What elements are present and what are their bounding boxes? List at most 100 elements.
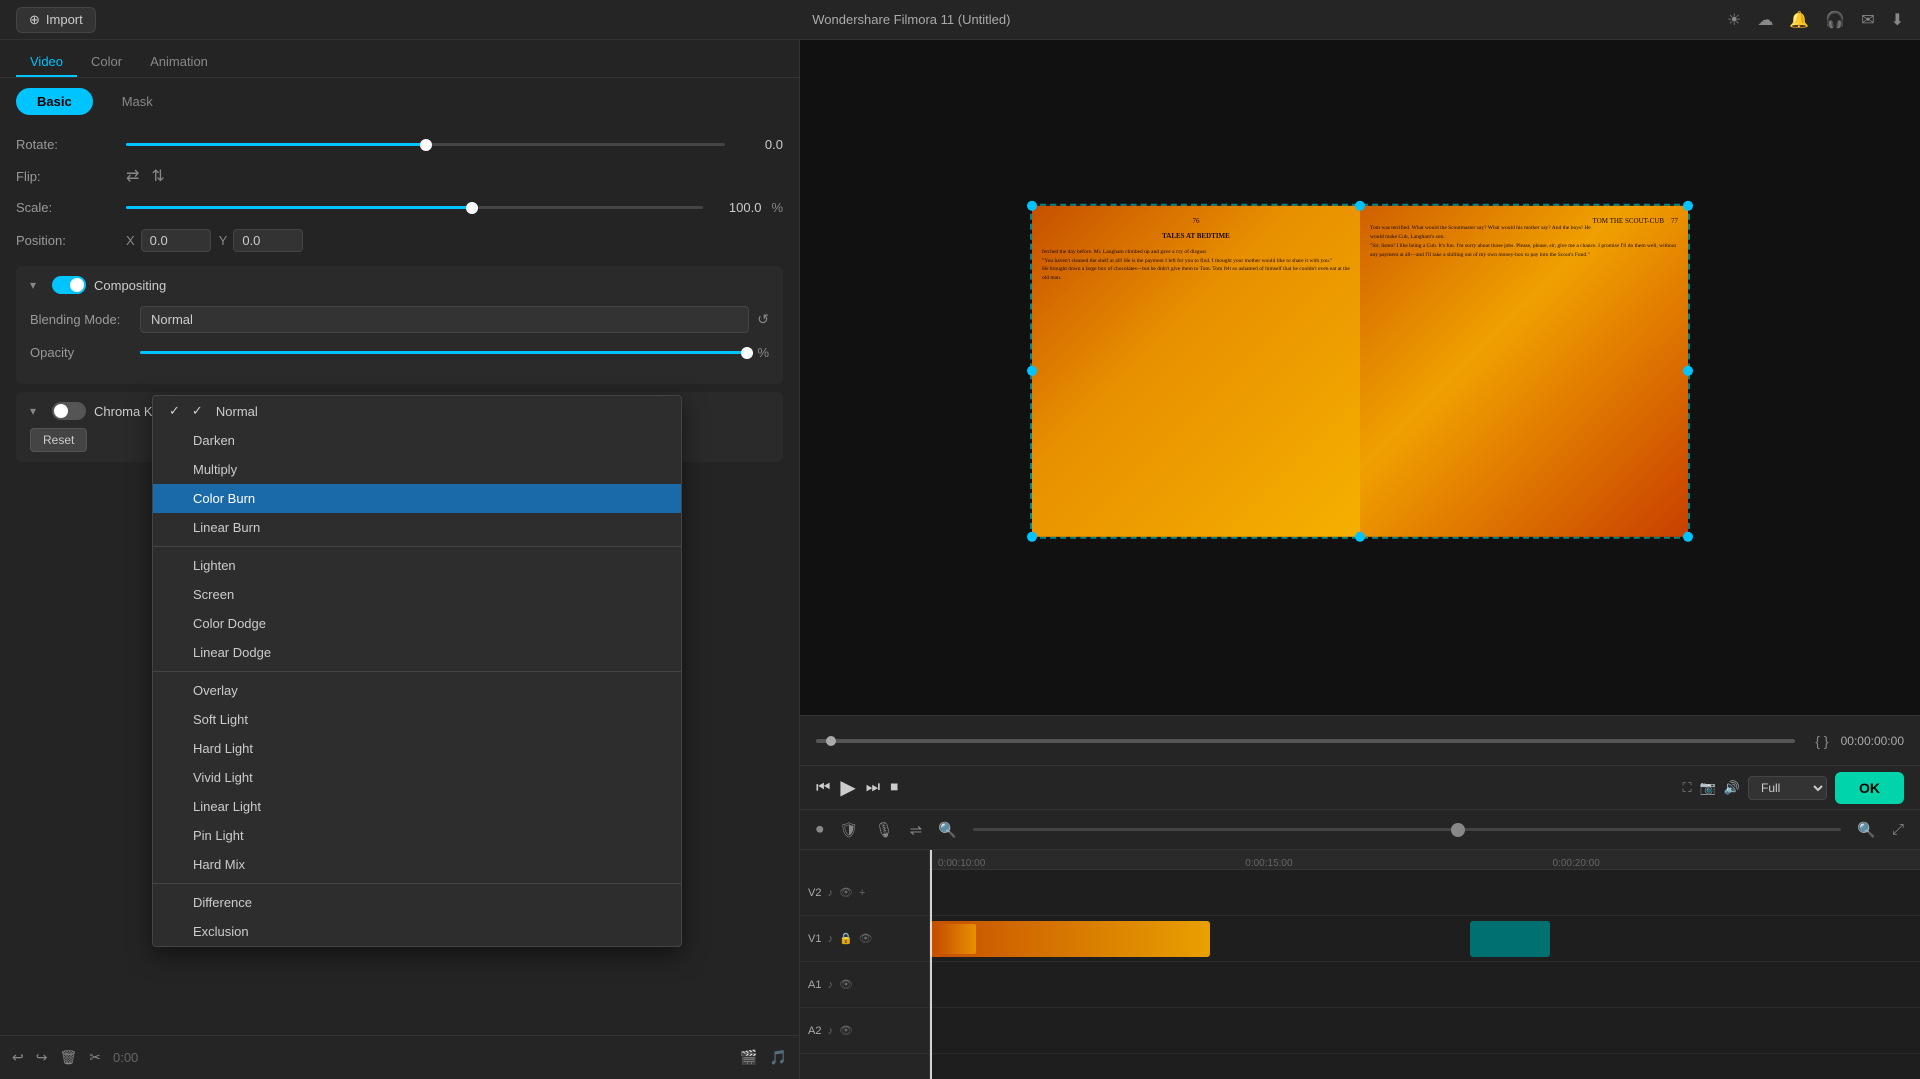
zoom-slider[interactable] [973,828,1841,831]
scale-slider-track[interactable] [126,206,703,209]
chroma-reset-button[interactable]: Reset [30,428,87,452]
top-right-handle[interactable] [1683,200,1693,210]
transition-icon[interactable]: ⇌ [910,821,923,839]
prev-frame-button[interactable]: ⏮ [816,779,830,797]
timeline-scrubber[interactable] [816,739,1795,743]
bottom-center-handle[interactable] [1355,531,1365,541]
reset-icon[interactable]: ↺ [757,311,769,328]
chroma-collapse-icon[interactable]: ▾ [30,404,44,418]
compositing-toggle[interactable] [52,276,86,294]
tab-color[interactable]: Color [77,48,136,77]
play-pause-button[interactable]: ▶ [840,775,855,800]
add-media-icon[interactable]: 🎬 [740,1049,757,1066]
ok-button[interactable]: OK [1835,772,1904,804]
download-icon[interactable]: ⬇ [1891,10,1904,30]
dropdown-item-lighten[interactable]: Lighten [153,551,681,580]
mic-icon[interactable]: 🎙 [875,821,894,839]
compositing-collapse-icon[interactable]: ▾ [30,278,44,292]
track-a1-eye[interactable]: 👁 [839,978,853,991]
in-bracket[interactable]: { [1815,733,1820,749]
bottom-left-handle[interactable] [1027,531,1037,541]
tab-animation[interactable]: Animation [136,48,222,77]
clip-book[interactable] [930,921,1210,957]
blending-select[interactable]: Normal [140,306,749,333]
cloud-icon[interactable]: ☁ [1757,10,1773,30]
mid-left-handle[interactable] [1027,366,1037,376]
chroma-toggle[interactable] [52,402,86,420]
record-icon[interactable]: ⏺ [816,821,824,838]
dropdown-item-linear-light[interactable]: Linear Light [153,792,681,821]
subtab-mask[interactable]: Mask [101,88,174,115]
dropdown-item-hard-light[interactable]: Hard Light [153,734,681,763]
dropdown-item-normal[interactable]: ✓Normal [153,396,681,426]
quality-controls: ⛶ 📷 🔊 Full Half Quarter OK [1683,772,1904,804]
fullscreen-icon[interactable]: ⛶ [1683,780,1692,796]
track-v2-speaker[interactable]: ♪ [827,887,833,899]
undo-icon[interactable]: ↩ [12,1049,24,1066]
mask-tool-icon[interactable]: 🛡 [840,821,859,839]
app-title: Wondershare Filmora 11 (Untitled) [812,12,1010,27]
import-button[interactable]: ⊕ Import [16,7,96,33]
sub-tabs: Basic Mask [0,78,799,125]
delete-icon[interactable]: 🗑 [59,1049,77,1066]
fit-icon[interactable]: ⤢ [1892,821,1904,838]
bell-icon[interactable]: 🔔 [1789,10,1809,30]
mail-icon[interactable]: ✉ [1861,10,1874,30]
track-v2-eye[interactable]: 👁 [839,886,853,899]
top-left-handle[interactable] [1027,200,1037,210]
track-a1-speaker[interactable]: ♪ [827,979,833,991]
track-a2-speaker[interactable]: ♪ [827,1025,833,1037]
track-v1-lock[interactable]: 🔒 [839,932,853,945]
flip-vertical-icon[interactable]: ⇅ [151,166,164,186]
headset-icon[interactable]: 🎧 [1825,10,1845,30]
flip-label: Flip: [16,169,126,184]
opacity-slider[interactable] [140,351,747,354]
zoom-thumb[interactable] [1451,823,1465,837]
dropdown-item-multiply[interactable]: Multiply [153,455,681,484]
cut-icon[interactable]: ✂ [89,1049,101,1066]
snapshot-icon[interactable]: 📷 [1700,780,1716,796]
dropdown-item-color-burn[interactable]: Color Burn [153,484,681,513]
scale-slider-wrap: 100.0 % [126,200,783,215]
next-frame-button[interactable]: ⏭ [866,779,880,797]
dropdown-item-difference[interactable]: Difference [153,888,681,917]
dropdown-item-overlay[interactable]: Overlay [153,676,681,705]
dropdown-item-linear-dodge[interactable]: Linear Dodge [153,638,681,667]
rotate-slider-track[interactable] [126,143,725,146]
volume-icon[interactable]: 🔊 [1724,780,1740,796]
pos-y-input[interactable] [233,229,303,252]
subtab-basic[interactable]: Basic [16,88,93,115]
track-v1-eye[interactable]: 👁 [859,932,873,945]
scrubber-thumb[interactable] [826,736,836,746]
stop-button[interactable]: ⏹ [890,779,898,797]
dropdown-item-soft-light[interactable]: Soft Light [153,705,681,734]
zoom-out-icon[interactable]: 🔍 [938,821,957,839]
tab-video[interactable]: Video [16,48,77,77]
book-right-text: TOM THE SCOUT-CUB 77 Tom was terrified. … [1370,215,1678,259]
pos-x-input[interactable] [141,229,211,252]
mid-right-handle[interactable] [1683,366,1693,376]
sun-icon[interactable]: ☀ [1727,10,1741,30]
out-bracket[interactable]: } [1824,733,1829,749]
top-center-handle[interactable] [1355,200,1365,210]
add-effect-icon[interactable]: 🎵 [770,1049,787,1066]
dropdown-item-color-dodge[interactable]: Color Dodge [153,609,681,638]
dropdown-item-vivid-light[interactable]: Vivid Light [153,763,681,792]
track-v1-speaker[interactable]: ♪ [827,933,833,945]
dropdown-item-linear-burn[interactable]: Linear Burn [153,513,681,542]
dropdown-item-pin-light[interactable]: Pin Light [153,821,681,850]
redo-icon[interactable]: ↪ [36,1049,48,1066]
dropdown-item-screen[interactable]: Screen [153,580,681,609]
track-v2-add[interactable]: + [859,887,865,899]
timeline-playhead[interactable] [930,850,932,1079]
dropdown-item-exclusion[interactable]: Exclusion [153,917,681,946]
dropdown-item-hard-mix[interactable]: Hard Mix [153,850,681,879]
zoom-in-icon[interactable]: 🔍 [1857,821,1876,839]
dropdown-item-darken[interactable]: Darken [153,426,681,455]
bottom-right-handle[interactable] [1683,531,1693,541]
quality-select[interactable]: Full Half Quarter [1748,776,1827,800]
clip-teal[interactable] [1470,921,1550,957]
flip-horizontal-icon[interactable]: ⇄ [126,166,139,186]
track-a2-eye[interactable]: 👁 [839,1024,853,1037]
playback-controls: ⏮ ▶ ⏭ ⏹ ⛶ 📷 🔊 Full Half Quarter OK [800,765,1920,809]
